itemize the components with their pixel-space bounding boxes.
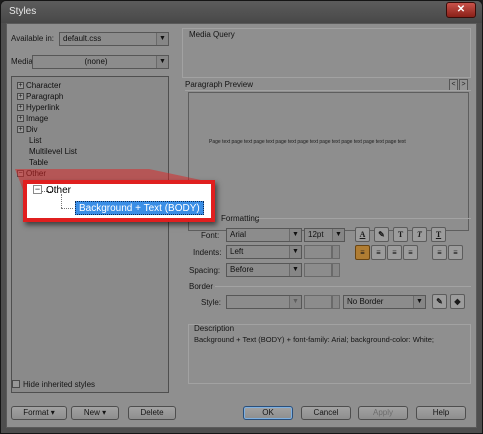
zoom-callout: − Other Background + Text (BODY) bbox=[23, 180, 215, 222]
tree-connector bbox=[61, 194, 62, 208]
collapse-icon[interactable]: − bbox=[33, 185, 42, 194]
tree-connector bbox=[61, 208, 73, 209]
zoom-other-label: Other bbox=[46, 185, 72, 196]
zoom-tree-item-other[interactable]: − Other bbox=[33, 185, 71, 196]
zoom-selected-style[interactable]: Background + Text (BODY) bbox=[75, 201, 204, 215]
styles-dialog: Styles ✕ Available in: default.css ▼ Med… bbox=[0, 0, 483, 434]
